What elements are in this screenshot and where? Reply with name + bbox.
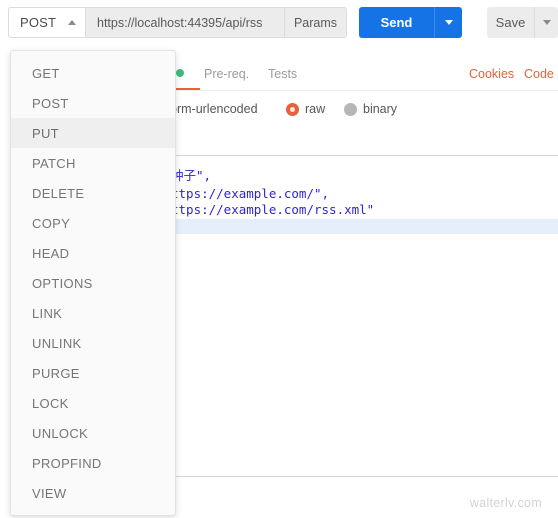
params-label: Params — [293, 15, 338, 30]
tabs-divider — [170, 90, 558, 91]
menu-item-view[interactable]: VIEW — [11, 478, 175, 508]
caret-up-icon — [68, 20, 76, 25]
menu-item-delete[interactable]: DELETE — [11, 178, 175, 208]
postman-request-window: POST https://localhost:44395/api/rss Par… — [0, 0, 558, 518]
tab-pre-request-label: Pre-req. — [204, 67, 250, 81]
code-line: 种子", — [171, 168, 212, 183]
menu-item-head[interactable]: HEAD — [11, 238, 175, 268]
watermark: walterlv.com — [469, 496, 542, 510]
chevron-down-icon — [542, 20, 551, 25]
save-label: Save — [495, 15, 526, 30]
chevron-down-icon — [444, 20, 453, 25]
request-body-editor[interactable]: 种子", ttps://example.com/", ttps://exampl… — [170, 155, 558, 477]
menu-item-link[interactable]: LINK — [11, 298, 175, 328]
body-option-binary-label[interactable]: binary — [363, 102, 397, 116]
menu-item-propfind[interactable]: PROPFIND — [11, 448, 175, 478]
radio-raw[interactable] — [286, 103, 299, 116]
tab-tests[interactable]: Tests — [268, 58, 297, 90]
send-label: Send — [380, 15, 413, 30]
body-option-urlencoded-label[interactable]: orm-urlencoded — [170, 102, 258, 116]
url-input[interactable]: https://localhost:44395/api/rss — [86, 7, 285, 38]
cookies-link-label: Cookies — [469, 67, 515, 81]
menu-item-post[interactable]: POST — [11, 88, 175, 118]
request-bar: POST https://localhost:44395/api/rss Par… — [0, 0, 558, 44]
url-value: https://localhost:44395/api/rss — [97, 15, 263, 30]
code-line: ttps://example.com/rss.xml" — [171, 202, 375, 217]
method-dropdown-menu[interactable]: GET POST PUT PATCH DELETE COPY HEAD OPTI… — [10, 50, 176, 516]
body-option-raw-label[interactable]: raw — [305, 102, 325, 116]
params-button[interactable]: Params — [285, 7, 347, 38]
radio-binary[interactable] — [344, 103, 357, 116]
code-link-label: Code — [524, 67, 554, 81]
active-line-highlight — [172, 219, 558, 234]
send-button[interactable]: Send — [359, 7, 434, 38]
method-selector[interactable]: POST — [8, 7, 86, 38]
menu-item-put[interactable]: PUT — [11, 118, 175, 148]
menu-item-get[interactable]: GET — [11, 58, 175, 88]
code-line: ttps://example.com/", — [171, 186, 330, 201]
send-dropdown-button[interactable] — [434, 7, 462, 38]
menu-item-unlink[interactable]: UNLINK — [11, 328, 175, 358]
menu-item-copy[interactable]: COPY — [11, 208, 175, 238]
code-link[interactable]: Code — [524, 58, 554, 90]
menu-item-unlock[interactable]: UNLOCK — [11, 418, 175, 448]
menu-item-options[interactable]: OPTIONS — [11, 268, 175, 298]
save-dropdown-button[interactable] — [534, 7, 558, 38]
menu-item-lock[interactable]: LOCK — [11, 388, 175, 418]
tab-tests-label: Tests — [268, 67, 298, 81]
green-dot-icon — [176, 69, 184, 77]
menu-item-patch[interactable]: PATCH — [11, 148, 175, 178]
menu-item-purge[interactable]: PURGE — [11, 358, 175, 388]
cookies-link[interactable]: Cookies — [469, 58, 514, 90]
method-label: POST — [20, 15, 57, 30]
save-button[interactable]: Save — [487, 7, 534, 38]
tab-pre-request[interactable]: Pre-req. — [204, 58, 249, 90]
